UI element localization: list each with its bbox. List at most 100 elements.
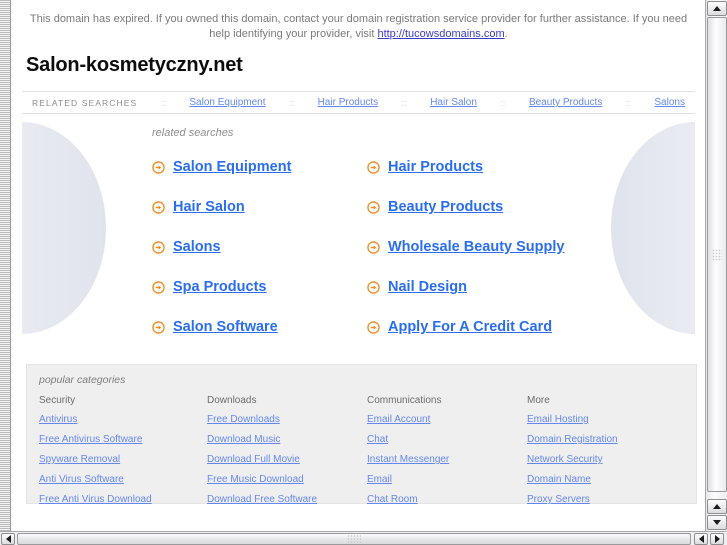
- category-link-anti-virus-software[interactable]: Anti Virus Software: [39, 474, 207, 485]
- related-search-link-salons[interactable]: Salons: [173, 239, 221, 255]
- related-search-item[interactable]: Hair Salon: [152, 187, 367, 227]
- related-search-item[interactable]: Hair Products: [367, 147, 695, 187]
- category-link-proxy-servers[interactable]: Proxy Servers: [527, 494, 696, 505]
- related-searches-caption: related searches: [152, 127, 234, 139]
- category-link-free-music-download[interactable]: Free Music Download: [207, 474, 367, 485]
- navbar-link-beauty-products[interactable]: Beauty Products: [529, 97, 602, 108]
- popular-categories-columns: Security Antivirus Free Antivirus Softwa…: [39, 395, 696, 514]
- category-heading: More: [527, 395, 550, 406]
- category-column-communications: Communications Email Account Chat Instan…: [367, 395, 527, 514]
- horizontal-scrollbar-thumb[interactable]: [17, 533, 691, 545]
- circle-arrow-right-icon: [152, 200, 165, 214]
- related-search-item[interactable]: Salons: [152, 227, 367, 267]
- circle-arrow-right-icon: [367, 280, 380, 294]
- navbar-link-hair-products[interactable]: Hair Products: [318, 97, 379, 108]
- category-link-free-anti-virus-download[interactable]: Free Anti Virus Download: [39, 494, 207, 505]
- related-searches-navbar: RELATED SEARCHES :: Salon Equipment :: H…: [22, 91, 695, 114]
- triangle-down-icon: [713, 520, 721, 525]
- vertical-scrollbar-thumb[interactable]: [707, 17, 727, 492]
- navbar-link-salons[interactable]: Salons: [654, 97, 685, 108]
- category-link-email-account[interactable]: Email Account: [367, 414, 527, 425]
- category-link-chat[interactable]: Chat: [367, 434, 527, 445]
- circle-arrow-right-icon: [152, 280, 165, 294]
- tucowsdomains-link[interactable]: http://tucowsdomains.com: [377, 28, 504, 40]
- category-link-spyware-removal[interactable]: Spyware Removal: [39, 454, 207, 465]
- circle-arrow-right-icon: [367, 160, 380, 174]
- scroll-right-button[interactable]: [710, 533, 724, 545]
- triangle-right-icon: [714, 535, 720, 543]
- category-link-free-antivirus-software[interactable]: Free Antivirus Software: [39, 434, 207, 445]
- related-search-link-beauty-products[interactable]: Beauty Products: [388, 199, 503, 215]
- scroll-down-button[interactable]: [707, 515, 727, 530]
- navbar-separator: ::: [625, 97, 631, 108]
- related-search-link-spa-products[interactable]: Spa Products: [173, 279, 266, 295]
- navbar-separator: ::: [401, 97, 407, 108]
- popular-categories-caption: popular categories: [39, 374, 126, 386]
- category-link-domain-registration[interactable]: Domain Registration: [527, 434, 696, 445]
- circle-arrow-right-icon: [367, 320, 380, 334]
- notice-text-before: This domain has expired. If you owned th…: [29, 13, 688, 40]
- navbar-link-salon-equipment[interactable]: Salon Equipment: [189, 97, 265, 108]
- related-searches-hero: related searches Salon Equipment Hair Pr…: [22, 114, 695, 354]
- related-search-item[interactable]: Spa Products: [152, 267, 367, 307]
- navbar-label: RELATED SEARCHES: [32, 97, 138, 108]
- vertical-scrollbar[interactable]: [705, 0, 727, 531]
- navbar-link-hair-salon[interactable]: Hair Salon: [430, 97, 477, 108]
- related-search-link-salon-software[interactable]: Salon Software: [173, 319, 278, 335]
- notice-text-after: .: [504, 28, 508, 40]
- circle-arrow-right-icon: [367, 200, 380, 214]
- window-left-texture-band: [0, 0, 11, 531]
- domain-parking-page: This domain has expired. If you owned th…: [12, 0, 705, 531]
- category-link-instant-messenger[interactable]: Instant Messenger: [367, 454, 527, 465]
- category-link-free-downloads[interactable]: Free Downloads: [207, 414, 367, 425]
- related-search-item[interactable]: Nail Design: [367, 267, 695, 307]
- category-link-email-hosting[interactable]: Email Hosting: [527, 414, 696, 425]
- related-search-item[interactable]: Apply For A Credit Card: [367, 307, 695, 347]
- category-column-downloads: Downloads Free Downloads Download Music …: [207, 395, 367, 514]
- circle-arrow-right-icon: [152, 240, 165, 254]
- related-search-link-nail-design[interactable]: Nail Design: [388, 279, 467, 295]
- scroll-up-button-secondary[interactable]: [707, 499, 727, 514]
- browser-window: This domain has expired. If you owned th…: [0, 0, 727, 545]
- page-viewport: This domain has expired. If you owned th…: [12, 0, 705, 531]
- navbar-separator: ::: [500, 97, 506, 108]
- related-search-item[interactable]: Salon Software: [152, 307, 367, 347]
- scrollbar-grip-icon: [347, 534, 361, 544]
- category-link-antivirus[interactable]: Antivirus: [39, 414, 207, 425]
- category-column-security: Security Antivirus Free Antivirus Softwa…: [39, 395, 207, 514]
- category-link-network-security[interactable]: Network Security: [527, 454, 696, 465]
- triangle-up-icon: [713, 6, 721, 11]
- related-search-link-hair-salon[interactable]: Hair Salon: [173, 199, 245, 215]
- category-link-chat-room[interactable]: Chat Room: [367, 494, 527, 505]
- circle-arrow-right-icon: [152, 160, 165, 174]
- related-search-link-apply-for-a-credit-card[interactable]: Apply For A Credit Card: [388, 319, 552, 335]
- related-search-link-hair-products[interactable]: Hair Products: [388, 159, 483, 175]
- scrollbar-grip-icon: [712, 248, 722, 261]
- related-search-link-salon-equipment[interactable]: Salon Equipment: [173, 159, 291, 175]
- category-heading: Security: [39, 395, 76, 406]
- related-searches-content: related searches Salon Equipment Hair Pr…: [22, 114, 695, 347]
- category-link-download-music[interactable]: Download Music: [207, 434, 367, 445]
- related-search-item[interactable]: Salon Equipment: [152, 147, 367, 187]
- circle-arrow-right-icon: [367, 240, 380, 254]
- scroll-up-button[interactable]: [707, 1, 727, 16]
- category-heading: Downloads: [207, 395, 257, 406]
- scroll-left-button[interactable]: [1, 533, 15, 545]
- horizontal-scrollbar[interactable]: [0, 531, 727, 545]
- category-link-email[interactable]: Email: [367, 474, 527, 485]
- related-searches-grid: Salon Equipment Hair Products Hair Salon…: [152, 147, 695, 347]
- category-link-download-full-movie[interactable]: Download Full Movie: [207, 454, 367, 465]
- category-heading: Communications: [367, 395, 442, 406]
- related-search-item[interactable]: Wholesale Beauty Supply: [367, 227, 695, 267]
- category-column-more: More Email Hosting Domain Registration N…: [527, 395, 696, 514]
- triangle-left-icon: [5, 535, 11, 543]
- category-link-domain-name[interactable]: Domain Name: [527, 474, 696, 485]
- category-link-download-free-software[interactable]: Download Free Software: [207, 494, 367, 505]
- related-search-link-wholesale-beauty-supply[interactable]: Wholesale Beauty Supply: [388, 239, 564, 255]
- domain-expired-notice: This domain has expired. If you owned th…: [23, 0, 695, 48]
- page-title: Salon-kosmetyczny.net: [26, 54, 243, 76]
- scroll-left-button-secondary[interactable]: [694, 533, 708, 545]
- navbar-separator: ::: [289, 97, 295, 108]
- related-search-item[interactable]: Beauty Products: [367, 187, 695, 227]
- popular-categories-panel: popular categories Security Antivirus Fr…: [26, 364, 697, 505]
